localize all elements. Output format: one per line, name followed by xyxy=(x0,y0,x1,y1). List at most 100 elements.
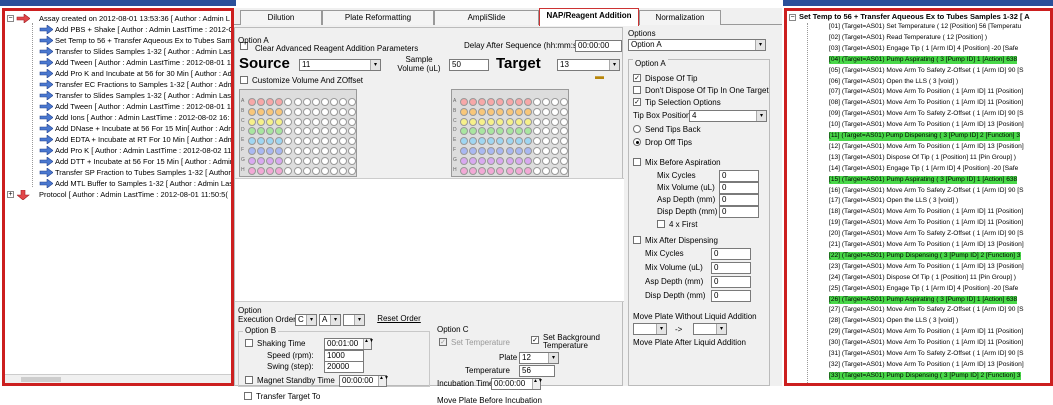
plate-well[interactable] xyxy=(293,137,302,146)
plate-well[interactable] xyxy=(469,107,478,116)
plate-well[interactable] xyxy=(514,127,523,136)
tree-item[interactable]: Transfer to Slides Samples 1-32 [ Author… xyxy=(5,46,231,57)
plate-well[interactable] xyxy=(320,166,329,175)
send-tips-back-radio[interactable] xyxy=(633,125,641,133)
dont-dispose-checkbox[interactable] xyxy=(633,86,641,94)
plate-well[interactable] xyxy=(496,117,505,126)
plate-well[interactable] xyxy=(339,166,347,175)
set-temperature-checkbox[interactable]: ✓ xyxy=(439,338,447,346)
plate-well[interactable] xyxy=(302,166,311,175)
step-row[interactable]: [21] (Target=AS01) Move Arm To Position … xyxy=(787,241,1050,250)
temperature-input[interactable]: 56 xyxy=(519,365,555,377)
plate-well[interactable] xyxy=(339,156,347,165)
step-row[interactable]: [17] (Target=AS01) Open the LLS ( 3 [voi… xyxy=(787,197,1050,206)
tree-item[interactable]: Add MTL Buffer to Samples 1-32 [ Author … xyxy=(5,178,231,189)
plate-well[interactable] xyxy=(551,147,559,155)
plate-well[interactable] xyxy=(551,98,559,106)
folder-icon[interactable]: ▬ xyxy=(595,71,604,81)
plate-well[interactable] xyxy=(311,137,320,146)
plate-well[interactable] xyxy=(348,147,357,155)
plate-well[interactable] xyxy=(523,98,532,106)
plate-well[interactable] xyxy=(532,127,541,136)
move-without-to-select[interactable]: ▾ xyxy=(693,323,727,335)
plate-well[interactable] xyxy=(320,98,329,106)
plate-well[interactable] xyxy=(478,107,487,116)
target-plate[interactable]: ABCDEFGH xyxy=(451,89,569,177)
step-row[interactable]: [07] (Target=AS01) Move Arm To Position … xyxy=(787,88,1050,97)
plate-well[interactable] xyxy=(248,137,256,146)
tip-box-select[interactable]: 4 ▾ xyxy=(689,110,767,122)
horizontal-scrollbar[interactable] xyxy=(5,374,231,383)
plate-well[interactable] xyxy=(460,117,468,126)
plate-well[interactable] xyxy=(339,98,347,106)
plate-well[interactable] xyxy=(532,98,541,106)
plate-well[interactable] xyxy=(541,137,550,146)
plate-well[interactable] xyxy=(329,107,338,116)
plate-well[interactable] xyxy=(560,127,569,136)
plate-well[interactable] xyxy=(320,147,329,155)
plate-well[interactable] xyxy=(551,107,559,116)
plate-well[interactable] xyxy=(275,117,284,126)
mix-cycles-input[interactable]: 0 xyxy=(719,170,759,182)
plate-well[interactable] xyxy=(293,127,302,136)
plate-well[interactable] xyxy=(311,156,320,165)
plate-well[interactable] xyxy=(248,147,256,155)
plate-well[interactable] xyxy=(523,127,532,136)
plate-well[interactable] xyxy=(339,107,347,116)
plate-well[interactable] xyxy=(505,127,514,136)
plate-well[interactable] xyxy=(541,107,550,116)
move-without-from-select[interactable]: ▾ xyxy=(633,323,667,335)
sample-volume-input[interactable]: 50 xyxy=(449,59,489,71)
plate-select[interactable]: 12 ▾ xyxy=(519,352,559,364)
plate-well[interactable] xyxy=(469,137,478,146)
plate-well[interactable] xyxy=(339,117,347,126)
tree-item[interactable]: Add Pro K and Incubate at 56 for 30 Min … xyxy=(5,68,231,79)
plate-well[interactable] xyxy=(514,117,523,126)
plate-well[interactable] xyxy=(505,107,514,116)
plate-well[interactable] xyxy=(275,147,284,155)
target-select[interactable]: 13 ▾ xyxy=(557,59,620,71)
step-row[interactable]: [08] (Target=AS01) Move Arm To Position … xyxy=(787,99,1050,108)
step-row[interactable]: [06] (Target=AS01) Open the LLS ( 3 [voi… xyxy=(787,78,1050,87)
plate-well[interactable] xyxy=(478,127,487,136)
plate-well[interactable] xyxy=(284,117,293,126)
plate-well[interactable] xyxy=(248,127,256,136)
tip-selection-checkbox[interactable]: ✓ xyxy=(633,98,641,106)
tree-item[interactable]: Add Pro K [ Author : Admin LastTime : 20… xyxy=(5,145,231,156)
plate-well[interactable] xyxy=(487,147,496,155)
plate-well[interactable] xyxy=(248,166,256,175)
plate-well[interactable] xyxy=(532,156,541,165)
four-x-first-checkbox[interactable] xyxy=(657,220,665,228)
incubation-input[interactable]: 00:00:00 ▲▼ xyxy=(491,378,543,390)
plate-well[interactable] xyxy=(348,156,357,165)
plate-well[interactable] xyxy=(487,137,496,146)
exec-order-3[interactable]: ▾ xyxy=(343,314,365,326)
plate-well[interactable] xyxy=(523,137,532,146)
plate-well[interactable] xyxy=(266,107,275,116)
plate-well[interactable] xyxy=(532,147,541,155)
plate-well[interactable] xyxy=(275,98,284,106)
plate-well[interactable] xyxy=(284,98,293,106)
step-row[interactable]: [18] (Target=AS01) Move Arm To Position … xyxy=(787,208,1050,217)
plate-well[interactable] xyxy=(560,156,569,165)
collapse-icon[interactable]: − xyxy=(789,14,796,21)
plate-well[interactable] xyxy=(339,127,347,136)
step-row[interactable]: [02] (Target=AS01) Read Temperature ( 12… xyxy=(787,34,1050,43)
plate-well[interactable] xyxy=(275,127,284,136)
delay-input[interactable]: 00:00:00 xyxy=(575,40,622,52)
plate-well[interactable] xyxy=(348,98,357,106)
plate-well[interactable] xyxy=(248,98,256,106)
plate-well[interactable] xyxy=(551,166,559,175)
plate-well[interactable] xyxy=(257,98,266,106)
tab-normalization[interactable]: Normalization xyxy=(639,10,721,25)
plate-well[interactable] xyxy=(478,117,487,126)
plate-well[interactable] xyxy=(541,156,550,165)
plate-well[interactable] xyxy=(496,107,505,116)
plate-well[interactable] xyxy=(469,98,478,106)
tab-dilution[interactable]: Dilution xyxy=(240,10,322,25)
plate-well[interactable] xyxy=(469,117,478,126)
step-row[interactable]: [29] (Target=AS01) Move Arm To Position … xyxy=(787,328,1050,337)
tree-item[interactable]: Add Tween [ Author : Admin LastTime : 20… xyxy=(5,101,231,112)
plate-well[interactable] xyxy=(302,98,311,106)
plate-well[interactable] xyxy=(248,117,256,126)
